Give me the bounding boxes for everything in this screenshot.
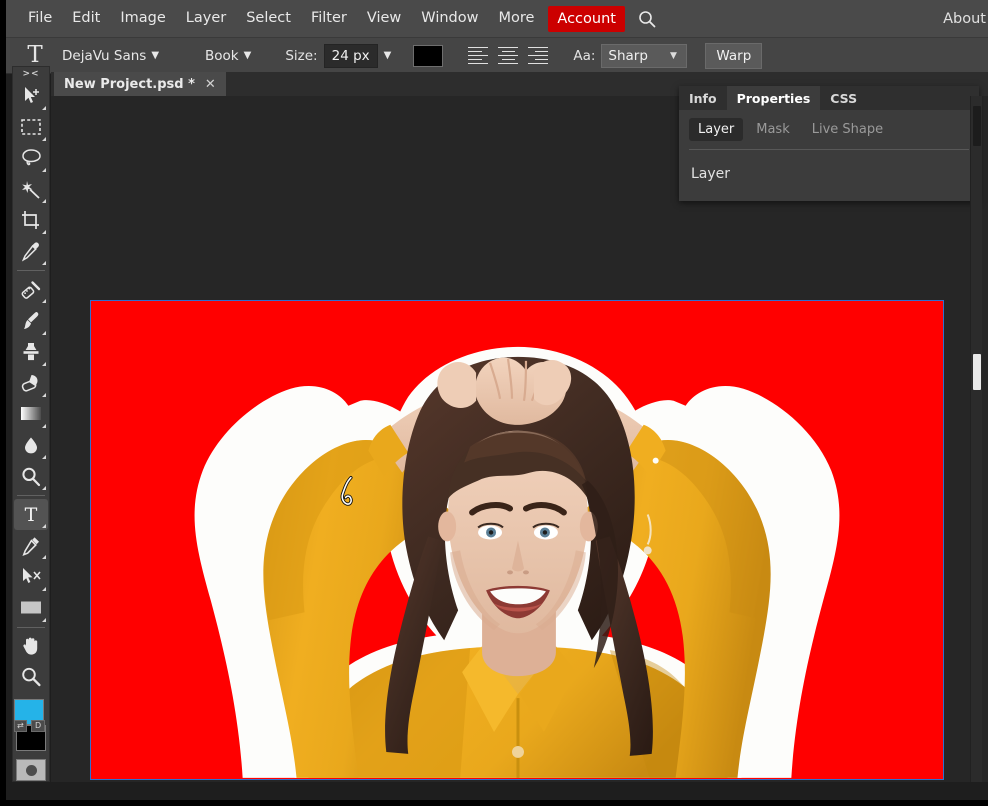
menu-item-select[interactable]: Select — [236, 7, 301, 30]
brush-tool[interactable] — [14, 305, 48, 336]
svg-text:T: T — [25, 504, 38, 526]
magic-wand-tool[interactable] — [14, 174, 48, 205]
menu-item-file[interactable]: File — [18, 7, 62, 30]
vertical-scrollbar-track-mark — [973, 106, 981, 146]
menu-item-edit[interactable]: Edit — [62, 7, 110, 30]
chevron-down-icon[interactable]: ▼ — [384, 50, 392, 61]
search-icon[interactable] — [637, 9, 657, 29]
pen-tool[interactable] — [14, 530, 48, 561]
align-center-button[interactable] — [495, 45, 521, 67]
subtab-layer[interactable]: Layer — [689, 118, 744, 141]
rectangular-marquee-tool[interactable] — [14, 112, 48, 143]
antialias-label: Aa: — [573, 47, 596, 64]
font-style-dropdown[interactable]: Book ▼ — [201, 45, 255, 67]
swap-colors-icon[interactable]: ⇄ — [14, 719, 27, 732]
photo-editor-window: File Edit Image Layer Select Filter View… — [0, 0, 988, 806]
rectangle-tool[interactable] — [14, 593, 48, 624]
align-left-button[interactable] — [465, 45, 491, 67]
blur-tool[interactable] — [14, 430, 48, 461]
eraser-tool[interactable] — [14, 368, 48, 399]
text-color-swatch[interactable] — [413, 44, 444, 67]
antialias-value: Sharp — [608, 47, 648, 64]
lasso-tool[interactable] — [14, 143, 48, 174]
toolbar-divider — [17, 270, 45, 272]
menu-item-image[interactable]: Image — [110, 7, 175, 30]
align-right-button[interactable] — [525, 45, 551, 67]
tab-info[interactable]: Info — [679, 86, 727, 110]
font-family-dropdown[interactable]: DejaVu Sans ▼ — [58, 45, 163, 67]
font-family-value: DejaVu Sans — [62, 47, 147, 64]
toolbar-collapse-handle[interactable]: >< — [13, 67, 49, 81]
menu-item-layer[interactable]: Layer — [176, 7, 236, 30]
menu-item-more[interactable]: More — [488, 7, 544, 30]
move-tool[interactable] — [14, 81, 48, 112]
chevron-down-icon: ▼ — [243, 49, 252, 61]
account-button[interactable]: Account — [548, 5, 625, 32]
subtab-mask[interactable]: Mask — [747, 118, 798, 141]
crop-tool[interactable] — [14, 205, 48, 236]
menu-item-about[interactable]: About — [933, 8, 988, 31]
text-tool-icon[interactable]: T — [18, 44, 52, 67]
menu-bar-right: About — [933, 0, 988, 38]
tab-properties[interactable]: Properties — [726, 86, 821, 110]
document-tab-label: New Project.psd * — [64, 76, 195, 92]
color-swatches: ⇄ D — [14, 698, 48, 752]
panel-subtab-strip: Layer Mask Live Shape — [689, 118, 969, 141]
menu-item-filter[interactable]: Filter — [301, 7, 357, 30]
path-selection-tool[interactable] — [14, 561, 48, 592]
antialias-dropdown[interactable]: Sharp ▼ — [601, 43, 688, 68]
type-tool[interactable]: T — [14, 499, 48, 531]
zoom-tool[interactable] — [14, 662, 48, 693]
canvas-artwork — [91, 301, 943, 779]
document-tab[interactable]: New Project.psd * ✕ — [54, 72, 226, 96]
properties-panel: Info Properties CSS Layer Mask Live Shap… — [679, 86, 979, 201]
chevron-down-icon: ▼ — [669, 50, 677, 61]
hand-tool[interactable] — [14, 631, 48, 662]
panel-layer-label: Layer — [691, 166, 731, 182]
clone-stamp-tool[interactable] — [14, 337, 48, 368]
menu-item-view[interactable]: View — [357, 7, 411, 30]
menu-bar: File Edit Image Layer Select Filter View… — [6, 0, 988, 38]
eyedropper-tool[interactable] — [14, 236, 48, 267]
font-style-value: Book — [205, 47, 239, 64]
toolbar-divider — [17, 626, 45, 628]
tool-options-bar: T DejaVu Sans ▼ Book ▼ Size: 24 px ▼ Aa:… — [6, 38, 988, 74]
vertical-scrollbar[interactable] — [970, 96, 982, 782]
chevron-down-icon: ▼ — [151, 49, 160, 61]
toolbar-divider — [17, 495, 45, 497]
document-canvas[interactable] — [90, 300, 944, 780]
quick-mask-toggle[interactable] — [16, 759, 46, 781]
warp-text-button[interactable]: Warp — [705, 42, 763, 69]
panel-tab-strip: Info Properties CSS — [679, 86, 979, 110]
gradient-tool[interactable] — [14, 399, 48, 430]
panel-layer-row: Layer — [689, 150, 969, 182]
menu-item-window[interactable]: Window — [411, 7, 488, 30]
font-size-input[interactable]: 24 px — [323, 43, 378, 68]
tab-css[interactable]: CSS — [820, 86, 867, 110]
close-icon[interactable]: ✕ — [205, 78, 216, 91]
default-colors-icon[interactable]: D — [31, 719, 46, 732]
panel-body: Layer Mask Live Shape Layer — [679, 110, 979, 182]
dodge-tool[interactable] — [14, 461, 48, 492]
spot-healing-brush-tool[interactable] — [14, 274, 48, 305]
font-size-label: Size: — [285, 47, 318, 64]
subtab-live-shape[interactable]: Live Shape — [803, 118, 892, 141]
tools-panel: >< T ⇄ D — [12, 66, 50, 782]
vertical-scrollbar-thumb[interactable] — [973, 354, 981, 390]
